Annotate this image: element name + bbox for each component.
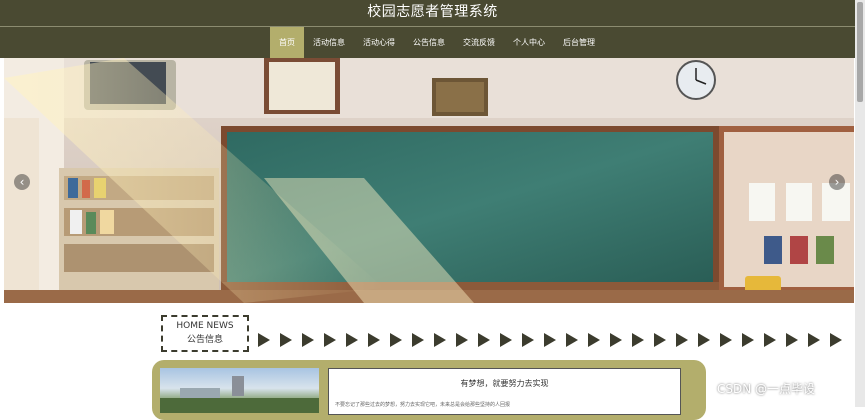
notice-card[interactable]: 有梦想，就要努力去实现 不要忘记了那些过去的梦想，努力去实现它吧，未来总是会给那…: [328, 368, 681, 415]
triangle-icon: [302, 333, 314, 347]
triangle-icon: [500, 333, 512, 347]
news-heading-en: HOME NEWS: [176, 321, 234, 331]
triangle-icon: [390, 333, 402, 347]
nav-item-profile[interactable]: 个人中心: [504, 27, 554, 58]
triangle-icon: [830, 333, 842, 347]
scrollbar-thumb[interactable]: [857, 2, 863, 102]
notice-thumbnail-image[interactable]: [160, 368, 319, 413]
triangle-icon: [786, 333, 798, 347]
carousel-next-button[interactable]: ›: [829, 174, 845, 190]
triangle-icon: [808, 333, 820, 347]
chevron-left-icon: ‹: [19, 175, 25, 189]
nav-item-feedback[interactable]: 交流反馈: [454, 27, 504, 58]
page-scrollbar[interactable]: [855, 0, 865, 407]
triangle-icon: [566, 333, 578, 347]
triangle-icon: [324, 333, 336, 347]
triangle-icon: [456, 333, 468, 347]
nav-item-home[interactable]: 首页: [270, 27, 304, 58]
nav-item-experiences[interactable]: 活动心得: [354, 27, 404, 58]
triangle-icon: [346, 333, 358, 347]
news-section-heading: HOME NEWS 公告信息: [161, 315, 249, 352]
triangle-icon: [676, 333, 688, 347]
watermark-text: CSDN @一点毕设: [717, 382, 816, 396]
triangle-icon: [522, 333, 534, 347]
triangle-icon: [280, 333, 292, 347]
triangle-icon: [610, 333, 622, 347]
triangle-icon: [258, 333, 270, 347]
nav-item-activities[interactable]: 活动信息: [304, 27, 354, 58]
triangle-icon: [588, 333, 600, 347]
triangle-icon: [720, 333, 732, 347]
triangle-icon: [434, 333, 446, 347]
triangle-icon: [368, 333, 380, 347]
notice-title[interactable]: 有梦想，就要努力去实现: [329, 378, 680, 389]
main-nav: 首页 活动信息 活动心得 公告信息 交流反馈 个人中心 后台管理: [0, 27, 865, 58]
triangle-icon: [412, 333, 424, 347]
banner-carousel[interactable]: ‹ ›: [4, 58, 854, 303]
classroom-illustration: [4, 58, 854, 303]
triangle-icon: [544, 333, 556, 347]
triangle-icon: [742, 333, 754, 347]
triangle-icon: [764, 333, 776, 347]
nav-item-announcements[interactable]: 公告信息: [404, 27, 454, 58]
nav-item-admin[interactable]: 后台管理: [554, 27, 604, 58]
triangle-icon: [698, 333, 710, 347]
triangle-icon: [632, 333, 644, 347]
header-bar: 校园志愿者管理系统: [0, 0, 865, 27]
triangle-icon: [654, 333, 666, 347]
campus-photo: [160, 376, 319, 413]
chevron-right-icon: ›: [834, 175, 840, 189]
carousel-prev-button[interactable]: ‹: [14, 174, 30, 190]
site-title: 校园志愿者管理系统: [367, 4, 498, 20]
triangle-icon: [478, 333, 490, 347]
news-heading-cn: 公告信息: [186, 335, 223, 345]
decorative-triangle-row: [258, 333, 854, 347]
